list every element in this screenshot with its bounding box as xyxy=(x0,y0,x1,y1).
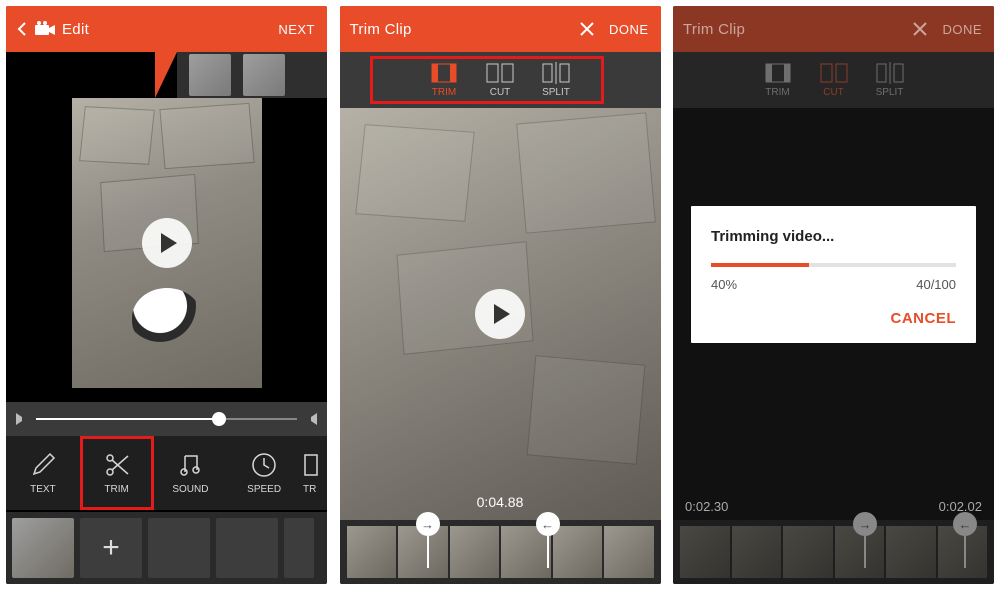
volume-slider[interactable] xyxy=(36,418,297,420)
tool-bar: TEXT TRIM SOUND SPEED TR xyxy=(6,436,327,510)
scissors-icon xyxy=(104,452,130,478)
cancel-button[interactable]: CANCEL xyxy=(711,310,956,327)
tab-label: SPLIT xyxy=(542,87,570,98)
trim-icon xyxy=(764,62,792,84)
trim-handle-left[interactable]: → xyxy=(416,512,440,536)
progress-bar xyxy=(711,263,956,267)
music-icon xyxy=(177,452,203,478)
header-title: Edit xyxy=(62,21,89,38)
clip-stack xyxy=(177,52,327,98)
volume-low-icon xyxy=(16,413,28,425)
trim-icon xyxy=(430,62,458,84)
tab-split[interactable]: SPLIT xyxy=(542,62,570,98)
tool-sound[interactable]: SOUND xyxy=(154,436,228,510)
progress-fill xyxy=(711,263,809,267)
split-icon xyxy=(876,62,904,84)
tab-label: SPLIT xyxy=(876,87,904,98)
next-button[interactable]: NEXT xyxy=(278,22,315,37)
tab-split: SPLIT xyxy=(876,62,904,98)
close-icon[interactable] xyxy=(579,21,595,37)
timeline-strip xyxy=(673,520,994,584)
video-preview-area xyxy=(6,98,327,388)
timestamp-label: 0:04.88 xyxy=(477,494,524,510)
header-title: Trim Clip xyxy=(683,21,745,38)
tab-cut: CUT xyxy=(820,62,848,98)
timeline-strip[interactable] xyxy=(340,520,661,584)
add-clip-button[interactable]: + xyxy=(80,518,142,578)
header-bar: Trim Clip DONE xyxy=(340,6,661,52)
tool-trim[interactable]: TRIM xyxy=(80,436,154,510)
start-time: 0:02.30 xyxy=(685,499,728,514)
progress-dialog: Trimming video... 40% 40/100 CANCEL xyxy=(691,206,976,343)
clip-thumbnail[interactable] xyxy=(243,54,285,96)
video-subject xyxy=(132,288,202,348)
strip-empty xyxy=(216,518,278,578)
screen-trim: Trim Clip DONE TRIM CUT SPLIT 0:04.88 → … xyxy=(340,6,661,584)
play-button[interactable] xyxy=(475,289,525,339)
header-title: Trim Clip xyxy=(350,21,412,38)
done-button[interactable]: DONE xyxy=(609,22,649,37)
header-bar: Trim Clip DONE xyxy=(673,6,994,52)
screen-edit: Edit NEXT 0:00.00 TEXT TRIM xyxy=(6,6,327,584)
strip-empty xyxy=(284,518,314,578)
header-bar: Edit NEXT xyxy=(6,6,327,52)
progress-count: 40/100 xyxy=(916,277,956,292)
tool-label: SOUND xyxy=(172,484,208,495)
tab-cut[interactable]: CUT xyxy=(486,62,514,98)
clip-thumbnail[interactable] xyxy=(189,54,231,96)
play-button[interactable] xyxy=(142,218,192,268)
slider-knob[interactable] xyxy=(212,412,226,426)
clip-strip: + xyxy=(6,512,327,584)
tool-label: SPEED xyxy=(247,484,281,495)
tab-trim: TRIM xyxy=(764,62,792,98)
progress-percent: 40% xyxy=(711,277,737,292)
tool-label: TEXT xyxy=(30,484,56,495)
done-button: DONE xyxy=(942,22,982,37)
close-icon xyxy=(912,21,928,37)
tab-label: CUT xyxy=(823,87,844,98)
trim-mode-tabs: TRIM CUT SPLIT xyxy=(340,52,661,108)
volume-high-icon xyxy=(305,413,317,425)
strip-thumbnail[interactable] xyxy=(12,518,74,578)
volume-slider-row xyxy=(6,402,327,436)
tab-trim[interactable]: TRIM xyxy=(430,62,458,98)
video-preview[interactable] xyxy=(72,98,262,388)
trim-handle-right[interactable]: ← xyxy=(536,512,560,536)
tab-label: TRIM xyxy=(432,87,456,98)
back-icon[interactable] xyxy=(16,21,28,37)
clock-icon xyxy=(251,452,277,478)
cut-icon xyxy=(820,62,848,84)
frame-icon xyxy=(303,452,319,478)
trim-mode-tabs: TRIM CUT SPLIT xyxy=(673,52,994,108)
tab-label: TRIM xyxy=(765,87,789,98)
video-preview[interactable]: 0:04.88 xyxy=(340,108,661,520)
tool-label: TR xyxy=(303,484,316,495)
strip-empty xyxy=(148,518,210,578)
tool-text[interactable]: TEXT xyxy=(6,436,80,510)
tool-label: TRIM xyxy=(104,484,128,495)
trim-handle-left: → xyxy=(853,512,877,536)
split-icon xyxy=(542,62,570,84)
dialog-title: Trimming video... xyxy=(711,228,956,245)
camera-icon xyxy=(34,21,56,37)
tool-more[interactable]: TR xyxy=(301,436,327,510)
tool-speed[interactable]: SPEED xyxy=(227,436,301,510)
cut-icon xyxy=(486,62,514,84)
time-range: 0:02.30 0:02.02 xyxy=(673,499,994,514)
trim-handle-right: ← xyxy=(953,512,977,536)
tab-label: CUT xyxy=(490,87,511,98)
screen-trim-progress: Trim Clip DONE TRIM CUT SPLIT 0:02.30 0:… xyxy=(673,6,994,584)
pencil-icon xyxy=(30,452,56,478)
